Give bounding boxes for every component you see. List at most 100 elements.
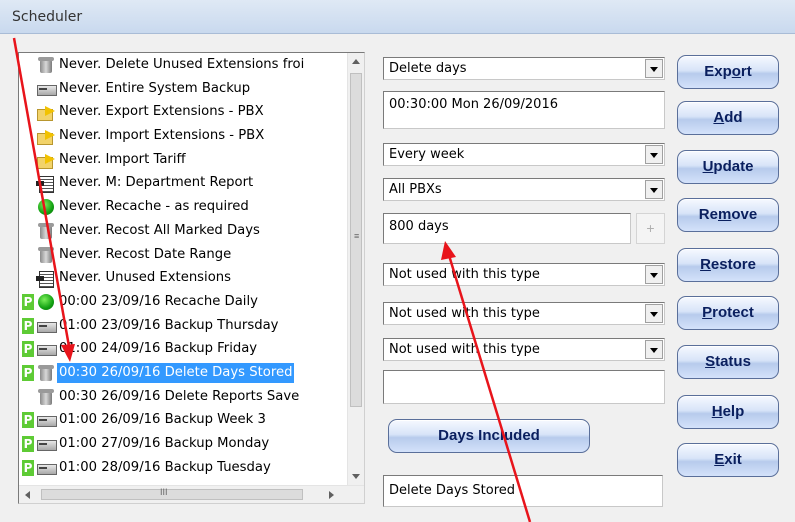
report-icon xyxy=(36,174,56,194)
list-item[interactable]: Never. Unused Extensions xyxy=(20,267,347,291)
next-run-field[interactable]: 00:30:00 Mon 26/09/2016 xyxy=(383,91,665,129)
task-type-value: Delete days xyxy=(389,61,467,76)
list-item-label: 01:00 28/09/16 Backup Tuesday xyxy=(59,459,271,475)
protect-button[interactable]: Protect xyxy=(677,296,779,330)
list-item[interactable]: Never. Import Tariff xyxy=(20,149,347,173)
list-item-label: 01:00 23/09/16 Backup Thursday xyxy=(59,317,279,333)
remove-button[interactable]: Remove xyxy=(677,198,779,232)
list-item-label: Never. Export Extensions - PBX xyxy=(59,104,264,120)
increment-button[interactable]: + xyxy=(636,213,665,244)
report-icon xyxy=(36,269,56,289)
list-item[interactable]: P 01:00 28/09/16 Backup Tuesday xyxy=(20,457,347,481)
protected-marker-icon: P xyxy=(22,436,34,452)
days-included-button[interactable]: Days Included xyxy=(388,419,590,453)
list-item[interactable]: P 00:00 23/09/16 Recache Daily xyxy=(20,291,347,315)
option-2-select[interactable]: Not used with this type xyxy=(383,302,665,325)
days-included-label: Days Included xyxy=(438,427,540,444)
list-item[interactable]: Never. Export Extensions - PBX xyxy=(20,101,347,125)
title-bar[interactable]: Scheduler xyxy=(0,0,795,34)
status-button[interactable]: Status xyxy=(677,345,779,379)
list-item[interactable]: P 01:00 23/09/16 Backup Thursday xyxy=(20,315,347,339)
chevron-down-icon[interactable] xyxy=(645,59,663,78)
recycle-bin-icon xyxy=(36,56,56,74)
list-item-label: Never. Import Extensions - PBX xyxy=(59,128,265,144)
scroll-down-arrow-icon[interactable] xyxy=(352,474,360,479)
list-item[interactable]: P 00:30 26/09/16 Delete Days Stored xyxy=(20,362,347,386)
frequency-select[interactable]: Every week xyxy=(383,143,665,166)
drive-icon xyxy=(36,80,57,98)
protected-marker-icon: P xyxy=(22,459,34,476)
help-button[interactable]: Help xyxy=(677,395,779,429)
drive-icon xyxy=(36,340,57,358)
list-item[interactable]: 00:30 26/09/16 Delete Reports Save xyxy=(20,386,347,410)
list-item-label: 01:00 27/09/16 Backup Monday xyxy=(59,436,270,451)
list-item[interactable]: Never. Recache - as required xyxy=(20,196,347,220)
restore-button[interactable]: Restore xyxy=(677,248,779,282)
list-item[interactable]: P 01:00 24/09/16 Backup Friday xyxy=(20,338,347,362)
list-item-label: Never. Entire System Backup xyxy=(59,80,251,96)
list-item[interactable]: Never. Delete Unused Extensions froi xyxy=(20,54,347,78)
scroll-left-arrow-icon[interactable] xyxy=(25,491,30,499)
globe-icon xyxy=(36,198,56,216)
chevron-down-icon[interactable] xyxy=(645,145,663,164)
option-1-select[interactable]: Not used with this type xyxy=(383,263,665,286)
task-type-select[interactable]: Delete days xyxy=(383,57,665,80)
blank-field[interactable] xyxy=(383,370,665,404)
list-item-label: Never. Delete Unused Extensions froi xyxy=(59,57,305,72)
export-folder-icon xyxy=(36,151,56,169)
protected-marker-icon: P xyxy=(22,293,34,310)
drive-icon xyxy=(36,411,57,429)
horizontal-scrollbar[interactable]: III xyxy=(19,485,364,503)
list-item[interactable]: Never. Recost Date Range xyxy=(20,244,347,268)
list-item[interactable]: Never. Import Extensions - PBX xyxy=(20,125,347,149)
list-item-label: Never. Recost All Marked Days xyxy=(59,222,260,238)
chevron-down-icon[interactable] xyxy=(645,340,663,359)
export-button[interactable]: Export xyxy=(677,55,779,89)
option-3-select[interactable]: Not used with this type xyxy=(383,338,665,361)
drive-icon xyxy=(36,317,57,335)
scroll-right-arrow-icon[interactable] xyxy=(329,491,334,499)
schedule-listbox[interactable]: Never. Delete Unused Extensions froi Neve… xyxy=(18,52,365,504)
recycle-bin-icon xyxy=(36,388,56,406)
drive-icon xyxy=(36,459,57,477)
chevron-down-icon[interactable] xyxy=(645,180,663,199)
scheduler-window: Scheduler Never. Delete Unused Extension… xyxy=(0,0,795,522)
list-item[interactable]: P 01:00 27/09/16 Backup Monday xyxy=(20,433,347,457)
pbx-value: All PBXs xyxy=(389,182,442,197)
vertical-scrollbar[interactable]: ≡ xyxy=(347,53,364,485)
scroll-grip-icon: ≡ xyxy=(354,231,360,241)
list-item[interactable]: Never. M: Department Report xyxy=(20,172,347,196)
list-item[interactable]: P 01:00 26/09/16 Backup Week 3 xyxy=(20,409,347,433)
recycle-bin-icon xyxy=(36,364,56,382)
days-field[interactable]: 800 days xyxy=(383,213,631,244)
list-item-label: 01:00 26/09/16 Backup Week 3 xyxy=(59,412,266,428)
vertical-scroll-thumb[interactable]: ≡ xyxy=(350,73,362,407)
option-3-value: Not used with this type xyxy=(389,342,540,357)
add-button[interactable]: Add xyxy=(677,101,779,135)
scroll-up-arrow-icon[interactable] xyxy=(352,59,360,64)
list-item[interactable]: Never. Recost All Marked Days xyxy=(20,220,347,244)
schedule-list-rows: Never. Delete Unused Extensions froi Neve… xyxy=(20,54,347,484)
recycle-bin-icon xyxy=(36,246,56,264)
list-item-label: 00:00 23/09/16 Recache Daily xyxy=(59,293,258,309)
chevron-down-icon[interactable] xyxy=(645,265,663,284)
protected-marker-icon: P xyxy=(22,364,34,381)
list-item-label: Never. Unused Extensions xyxy=(59,270,232,286)
list-item-label: 00:30 26/09/16 Delete Days Stored xyxy=(57,362,295,383)
list-item-label: Never. Import Tariff xyxy=(59,151,186,167)
chevron-down-icon[interactable] xyxy=(645,304,663,323)
list-item-label: 01:00 24/09/16 Backup Friday xyxy=(59,341,258,357)
protected-marker-icon: P xyxy=(22,317,34,334)
horizontal-scroll-thumb[interactable]: III xyxy=(41,487,303,500)
list-item[interactable]: Never. Entire System Backup xyxy=(20,78,347,102)
list-item-label: 00:30 26/09/16 Delete Reports Save xyxy=(59,388,300,404)
option-2-value: Not used with this type xyxy=(389,306,540,321)
option-1-value: Not used with this type xyxy=(389,267,540,282)
exit-button[interactable]: Exit xyxy=(677,443,779,477)
pbx-select[interactable]: All PBXs xyxy=(383,178,665,201)
globe-icon xyxy=(36,293,56,311)
list-item-label: Never. Recache - as required xyxy=(59,199,249,215)
description-field[interactable]: Delete Days Stored xyxy=(383,475,663,507)
recycle-bin-icon xyxy=(36,222,56,240)
update-button[interactable]: Update xyxy=(677,150,779,184)
